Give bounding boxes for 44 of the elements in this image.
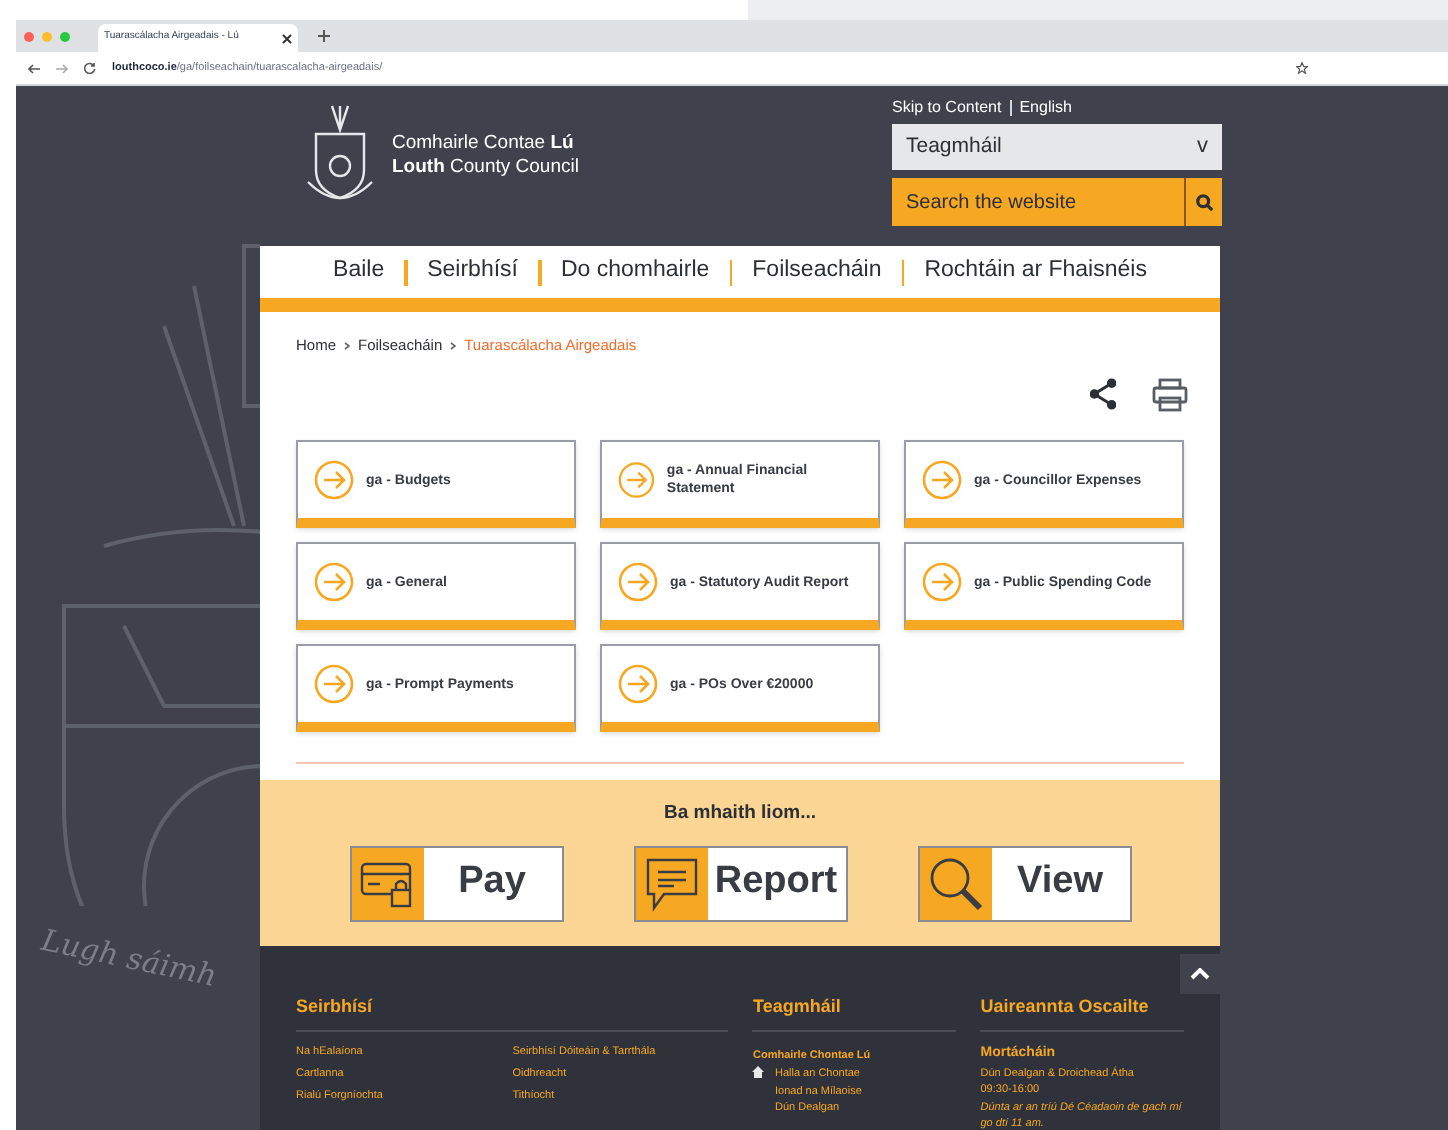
print-icon[interactable] [1152,377,1188,412]
search-button[interactable] [1184,178,1222,226]
arrow-circle-icon [618,562,658,603]
arrow-circle-icon [922,460,962,501]
chevron-right-icon [344,341,351,350]
language-link[interactable]: English [1019,96,1072,120]
nav-link[interactable]: Foilseacháin [752,254,882,290]
quick-action-button[interactable]: Report [633,845,847,921]
quick-action-button[interactable]: View [917,845,1131,921]
back-arrow-icon[interactable] [28,63,40,73]
council-name-irish: Comhairle Contae Lú [392,132,576,156]
arrow-circle-icon [314,664,354,705]
skip-to-content-link[interactable]: Skip to Content [892,96,1002,120]
card-lock-icon [359,857,415,909]
quick-actions-heading: Ba mhaith liom... [663,800,816,829]
close-tab-icon[interactable] [282,33,292,43]
magnifier-icon [927,855,983,911]
chevron-up-icon [1190,967,1210,979]
share-icon[interactable] [1090,378,1116,411]
arrow-circle-icon [618,664,658,705]
nav-link[interactable]: Seirbhísí [427,254,518,290]
reload-icon[interactable] [84,62,96,74]
new-tab-icon[interactable] [318,30,330,42]
arrow-circle-icon [618,460,655,501]
footer-heading: Teagmháil [752,993,957,1032]
chevron-right-icon [450,341,457,350]
speech-bubble-icon [643,855,699,911]
contact-dropdown[interactable]: Teagmháil v [892,124,1222,170]
search-field[interactable]: Search the website [892,178,1184,226]
quick-action-button[interactable]: Pay [349,845,563,921]
nav-link[interactable]: Baile [333,254,385,290]
nav-link[interactable]: Do chomhairle [561,254,710,290]
arrow-circle-icon [314,562,354,603]
council-name-english: Louth County Council [392,156,579,180]
crest-motto: Lugh sáimh [37,919,221,999]
home-icon [752,1066,765,1079]
arrow-circle-icon [922,562,962,603]
search-icon [1195,193,1213,211]
arrow-circle-icon [314,460,354,501]
bookmark-star-icon[interactable] [1296,62,1308,74]
footer-heading: Seirbhísí [296,993,729,1032]
back-to-top-button[interactable] [1180,953,1220,993]
nav-link[interactable]: Rochtáin ar Fhaisnéis [924,254,1147,290]
footer-heading: Uaireannta Oscailte [980,993,1184,1032]
